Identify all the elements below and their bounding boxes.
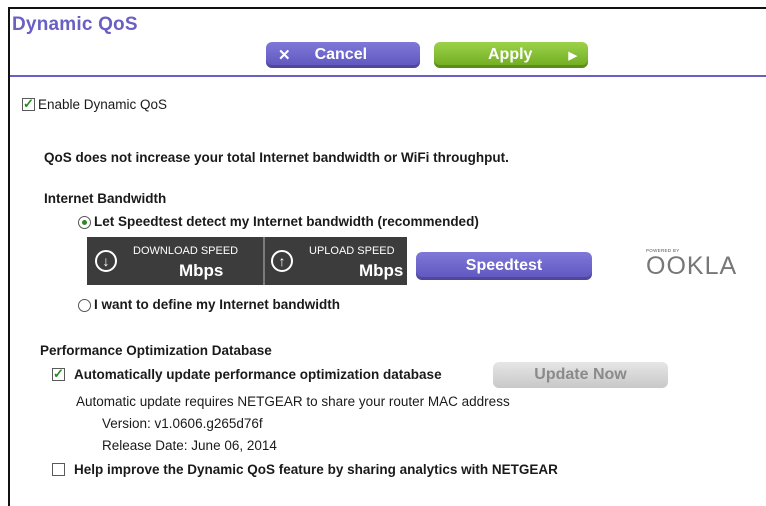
database-heading: Performance Optimization Database [40,343,272,358]
download-speed-unit: Mbps [179,261,224,280]
frame-top-border [8,7,766,9]
speed-display: ↓ DOWNLOAD SPEED Mbps ↑ UPLOAD SPEED Mbp… [87,237,407,285]
enable-qos-label: Enable Dynamic QoS [38,97,168,112]
apply-button-label: Apply [488,46,533,63]
upload-arrow-icon: ↑ [271,250,293,272]
upload-speed-unit: Mbps [359,261,404,280]
frame-left-border [8,7,10,506]
database-note: Automatic update requires NETGEAR to sha… [76,394,510,409]
update-now-button[interactable]: Update Now [493,362,668,388]
header-divider [10,75,766,77]
upload-speed-label: UPLOAD SPEED [309,245,395,257]
radio-speedtest[interactable] [78,216,91,229]
qos-note: QoS does not increase your total Interne… [44,150,509,165]
apply-button[interactable]: Apply ▶ [434,42,588,68]
checkmark-icon: ✓ [23,96,34,111]
close-icon: ✕ [278,47,291,64]
internet-bandwidth-heading: Internet Bandwidth [44,191,167,206]
download-speed-label: DOWNLOAD SPEED [133,245,239,257]
enable-qos-checkbox[interactable]: ✓ [22,96,35,111]
download-arrow-icon: ↓ [95,250,117,272]
database-version: Version: v1.0606.g265d76f [102,416,263,431]
auto-update-checkbox[interactable]: ✓ [52,366,65,381]
play-arrow-icon: ▶ [568,49,577,62]
analytics-checkbox[interactable] [52,463,65,476]
radio-speedtest-label: Let Speedtest detect my Internet bandwid… [94,214,479,229]
checkmark-icon: ✓ [53,366,64,381]
upload-speed-panel: ↑ UPLOAD SPEED Mbps [265,237,407,285]
cancel-button-label: Cancel [314,46,368,63]
page-title: Dynamic QoS [12,14,138,35]
download-speed-panel: ↓ DOWNLOAD SPEED Mbps [87,237,263,285]
ookla-logo: OOKLA [646,252,738,280]
auto-update-label: Automatically update performance optimiz… [74,367,442,382]
analytics-label: Help improve the Dynamic QoS feature by … [74,462,558,477]
database-release-date: Release Date: June 06, 2014 [102,438,277,453]
radio-selected-dot [82,220,87,225]
radio-manual[interactable] [78,299,91,312]
speedtest-button[interactable]: Speedtest [416,252,592,280]
radio-manual-label: I want to define my Internet bandwidth [94,297,341,312]
cancel-button[interactable]: ✕ Cancel [266,42,420,68]
